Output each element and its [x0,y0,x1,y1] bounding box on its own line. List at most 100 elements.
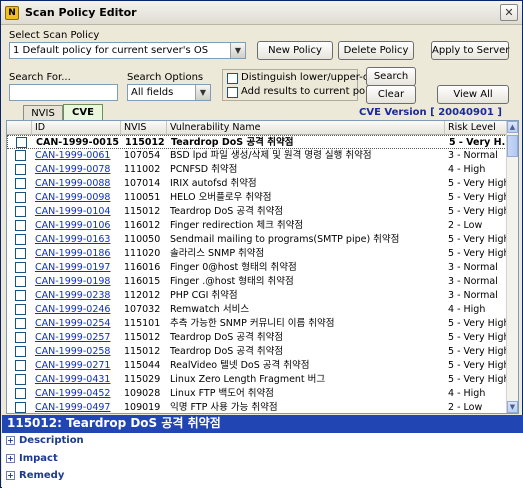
cve-id-link[interactable]: CAN-1999-0254 [35,318,110,329]
table-row[interactable]: CAN-1999-0497 109019 익명 FTP 사용 가능 취약점 2 - L… [7,401,507,413]
table-row[interactable]: CAN-1999-0098 110051 HELO 오버플로우 취약점 5 - Ver… [7,191,507,205]
row-id[interactable]: CAN-1999-0088 [32,177,121,191]
row-id[interactable]: CAN-1999-0078 [32,163,121,177]
row-id[interactable]: CAN-1999-0104 [32,205,121,219]
cve-id-link[interactable]: CAN-1999-0106 [35,220,110,231]
table-row[interactable]: CAN-1999-0452 109028 Linux FTP 백도어 취약점 4 - … [7,387,507,401]
search-input[interactable] [9,84,118,101]
scroll-up-icon[interactable]: ▲ [507,121,518,133]
cve-id-link[interactable]: CAN-1999-0431 [35,374,110,385]
row-id[interactable]: CAN-1999-0431 [32,373,121,387]
cve-id-link[interactable]: CAN-1999-0186 [35,248,110,259]
table-row[interactable]: CAN-1999-0104 115012 Teardrop DoS 공격 취약점 5 … [7,205,507,219]
table-row[interactable]: CAN-1999-0238 112012 PHP CGI 취약점 3 - Normal [7,289,507,303]
row-checkbox[interactable] [15,234,26,245]
table-row[interactable]: CAN-1999-0258 115012 Teardrop DoS 공격 취약점 5 … [7,345,507,359]
row-id[interactable]: CAN-1999-0198 [32,275,121,289]
row-checkbox[interactable] [15,332,26,343]
row-id[interactable]: CAN-1999-0258 [32,345,121,359]
chevron-down-icon[interactable]: ▼ [230,43,245,58]
table-row[interactable]: CAN-1999-0198 116015 Finger .@host 형태의 취약점… [7,275,507,289]
cve-id-link[interactable]: CAN-1999-0061 [35,150,110,161]
table-row[interactable]: CAN-1999-0078 111002 PCNFSD 취약점 4 - High [7,163,507,177]
table-row[interactable]: CAN-1999-0246 107032 Remwatch 서비스 4 - High [7,303,507,317]
row-id[interactable]: CAN-1999-0271 [32,359,121,373]
row-checkbox[interactable] [15,220,26,231]
scan-policy-select[interactable]: 1 Default policy for current server's OS… [9,42,246,59]
tab-nvis[interactable]: NVIS [23,105,63,121]
row-checkbox[interactable] [15,318,26,329]
row-checkbox[interactable] [15,206,26,217]
cve-id-link[interactable]: CAN-1999-0452 [35,388,110,399]
row-id[interactable]: CAN-1999-0163 [32,233,121,247]
row-checkbox[interactable] [16,137,27,148]
vertical-scrollbar[interactable]: ▲ ▼ [506,121,518,413]
row-checkbox[interactable] [15,192,26,203]
row-checkbox[interactable] [15,248,26,259]
section-remedy[interactable]: + Remedy [6,470,64,484]
row-id[interactable]: CAN-1999-0098 [32,191,121,205]
close-button[interactable]: ✕ [500,4,518,21]
row-id[interactable]: CAN-1999-0497 [32,401,121,413]
header-id[interactable]: ID [32,121,121,135]
cve-id-link[interactable]: CAN-1999-0088 [35,178,110,189]
header-nvis[interactable]: NVIS [121,121,167,135]
cve-id-link[interactable]: CAN-1999-0238 [35,290,110,301]
row-id[interactable]: CAN-1999-0257 [32,331,121,345]
row-checkbox[interactable] [15,402,26,413]
table-row[interactable]: CAN-1999-0186 111020 솔라리스 SNMP 취약점 5 - Very… [7,247,507,261]
table-row[interactable]: CAN-1999-0257 115012 Teardrop DoS 공격 취약점 5 … [7,331,507,345]
row-id[interactable]: CAN-1999-0238 [32,289,121,303]
cve-id-link[interactable]: CAN-1999-0098 [35,192,110,203]
row-id[interactable]: CAN-1999-0246 [32,303,121,317]
scroll-thumb[interactable] [507,135,518,157]
distinguish-case-checkbox[interactable] [227,73,238,84]
section-description[interactable]: + Description [6,435,84,449]
search-button[interactable]: Search [366,67,416,86]
row-id[interactable]: CAN-1999-0061 [32,149,121,163]
cve-id-link[interactable]: CAN-1999-0497 [35,402,110,413]
title-bar[interactable]: N Scan Policy Editor ✕ [1,1,522,25]
header-vulnerability-name[interactable]: Vulnerability Name [167,121,445,135]
row-checkbox[interactable] [15,164,26,175]
new-policy-button[interactable]: New Policy [257,41,333,60]
expand-icon[interactable]: + [6,471,15,480]
header-risk-level[interactable]: Risk Level [445,121,507,135]
cve-id-link[interactable]: CAN-1999-0271 [35,360,110,371]
row-id[interactable]: CAN-1999-0452 [32,387,121,401]
search-options-select[interactable]: All fields ▼ [127,84,211,101]
row-id[interactable]: CAN-1999-0106 [32,219,121,233]
table-row[interactable]: CAN-1999-0431 115029 Linux Zero Length Fra… [7,373,507,387]
table-row[interactable]: CAN-1999-0106 116012 Finger redirection 체크… [7,219,507,233]
row-id[interactable]: CAN-1999-0197 [32,261,121,275]
section-impact[interactable]: + Impact [6,453,58,467]
expand-icon[interactable]: + [6,454,15,463]
row-id[interactable]: CAN-1999-0015 [33,136,122,150]
table-row[interactable]: CAN-1999-0197 116016 Finger 0@host 형태의 취약점… [7,261,507,275]
row-checkbox[interactable] [15,304,26,315]
row-id[interactable]: CAN-1999-0186 [32,247,121,261]
expand-icon[interactable]: + [6,436,15,445]
row-checkbox[interactable] [15,150,26,161]
table-row[interactable]: CAN-1999-0163 110050 Sendmail mailing to p… [7,233,507,247]
cve-id-link[interactable]: CAN-1999-0015 [36,137,119,148]
row-id[interactable]: CAN-1999-0254 [32,317,121,331]
tab-cve[interactable]: CVE [63,104,103,121]
table-row[interactable]: CAN-1999-0271 115044 RealVideo 텔넷 DoS 공격 취… [7,359,507,373]
row-checkbox[interactable] [15,360,26,371]
cve-id-link[interactable]: CAN-1999-0197 [35,262,110,273]
cve-id-link[interactable]: CAN-1999-0258 [35,346,110,357]
cve-id-link[interactable]: CAN-1999-0078 [35,164,110,175]
row-checkbox[interactable] [15,374,26,385]
cve-id-link[interactable]: CAN-1999-0246 [35,304,110,315]
row-checkbox[interactable] [15,262,26,273]
row-checkbox[interactable] [15,388,26,399]
table-row[interactable]: CAN-1999-0254 115101 추측 가능한 SNMP 커뮤니티 이름 취… [7,317,507,331]
table-row[interactable]: CAN-1999-0015 115012 Teardrop DoS 공격 취약점 5 … [7,135,508,150]
table-row[interactable]: CAN-1999-0061 107054 BSD lpd 파일 생성/삭제 및 원격… [7,149,507,163]
chevron-down-icon[interactable]: ▼ [195,85,210,100]
delete-policy-button[interactable]: Delete Policy [338,41,414,60]
apply-to-server-button[interactable]: Apply to Server [431,41,509,60]
clear-button[interactable]: Clear [366,85,416,104]
table-row[interactable]: CAN-1999-0088 107014 IRIX autofsd 취약점 5 - V… [7,177,507,191]
